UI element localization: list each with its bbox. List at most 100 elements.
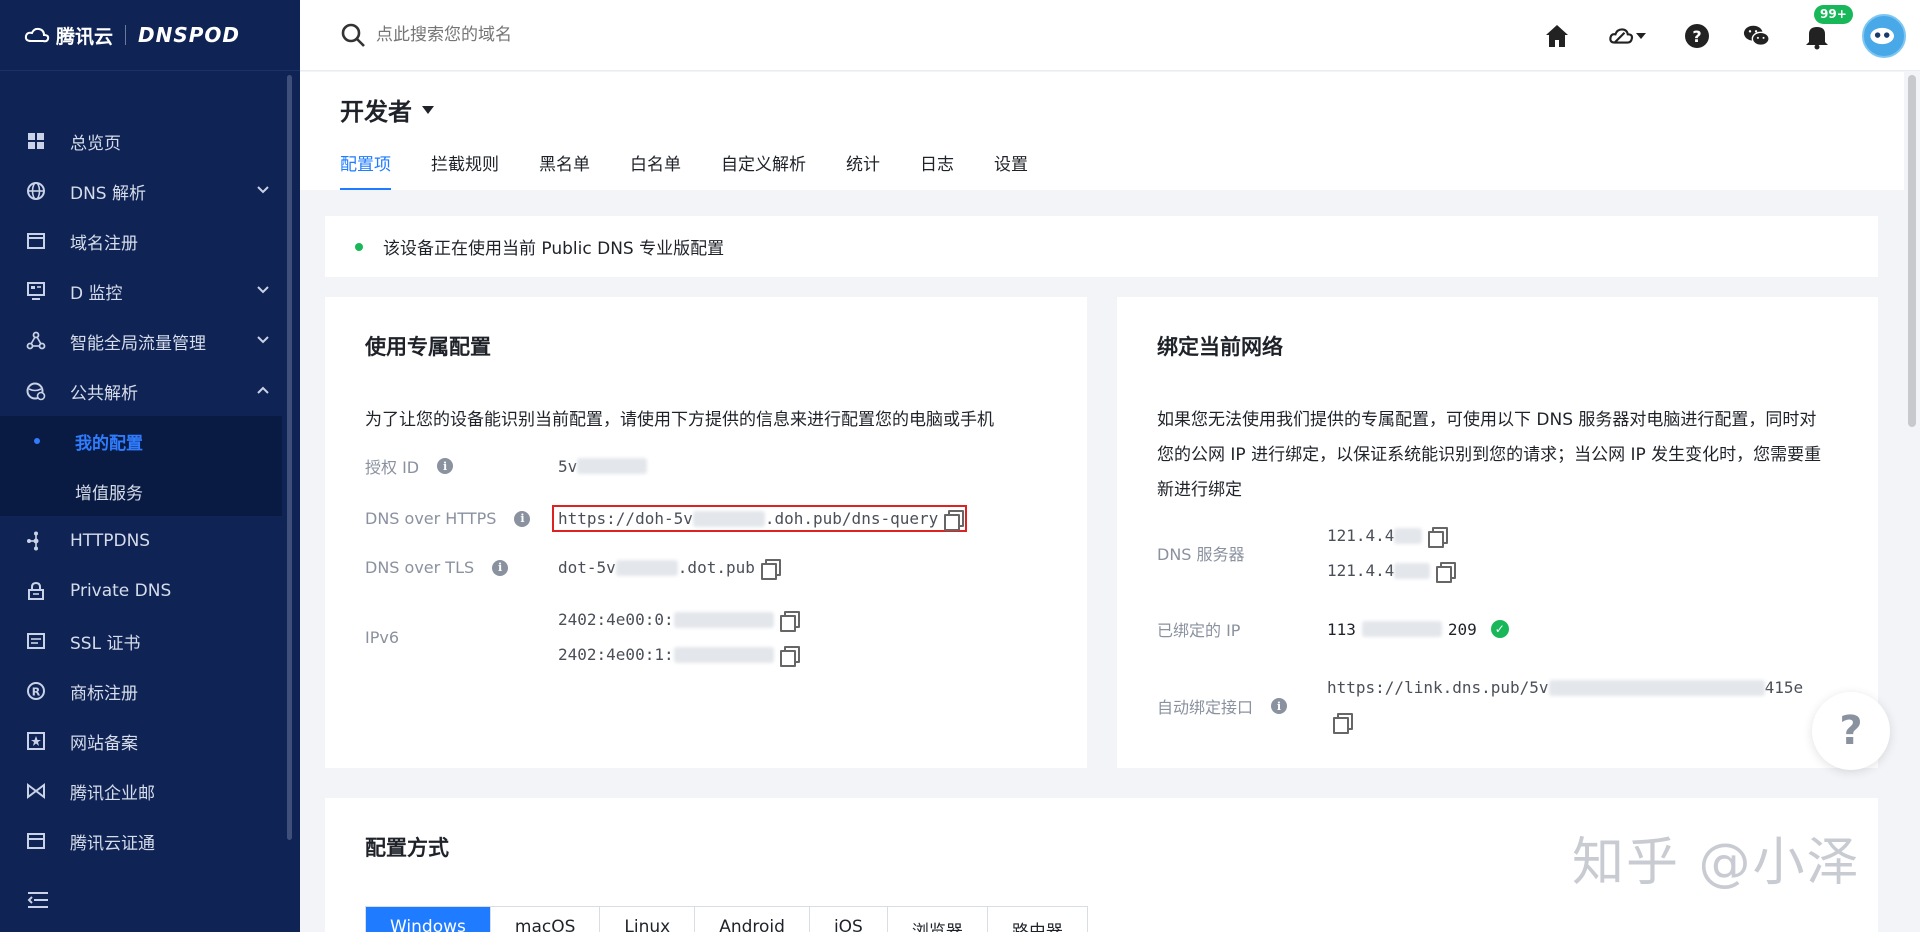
copy-icon[interactable] [1436, 562, 1457, 583]
id-icon [26, 831, 46, 851]
sidebar-item-public-dns[interactable]: 公共解析 [0, 366, 300, 416]
tab-config[interactable]: 配置项 [340, 150, 391, 190]
sidebar-item-label: 网站备案 [70, 733, 138, 754]
tab-browser[interactable]: 浏览器 [888, 907, 988, 932]
tencent-cloud-logo-icon [24, 26, 50, 44]
auto-bind-prefix: https://link.dns.pub/5v [1327, 678, 1549, 697]
trademark-icon: R [26, 681, 46, 701]
sidebar-nav: 总览页 DNS 解析 域名注册 D 监控 智能全局流量管理 公共解析 我的配置 … [0, 71, 300, 866]
auth-id-row: 授权 ID i 5v [365, 454, 648, 478]
field-label: IPv6 [365, 627, 400, 647]
field-label: 已绑定的 IP [1157, 621, 1241, 640]
sidebar-subitem-my-config[interactable]: 我的配置 [0, 416, 282, 466]
page-title-dropdown[interactable]: 开发者 [340, 92, 434, 127]
sidebar-subitem-label: 我的配置 [75, 433, 143, 454]
card-title: 使用专属配置 [365, 335, 491, 359]
sidebar-item-cert-pass[interactable]: 腾讯云证通 [0, 816, 300, 866]
sidebar-item-filing[interactable]: 网站备案 [0, 716, 300, 766]
sidebar-item-dns[interactable]: DNS 解析 [0, 166, 300, 216]
network-icon [26, 331, 46, 351]
tab-linux[interactable]: Linux [600, 907, 696, 932]
sidebar-subnav-public-dns: 我的配置 增值服务 [0, 416, 282, 516]
bell-icon [1806, 26, 1828, 49]
avatar[interactable] [1862, 13, 1906, 58]
help-button[interactable]: ? [1682, 21, 1712, 51]
tab-android[interactable]: Android [695, 907, 810, 932]
brand-logo[interactable]: 腾讯云 DNSPOD [0, 0, 300, 71]
bind-network-card: 绑定当前网络 如果您无法使用我们提供的专属配置，可使用以下 DNS 服务器对电脑… [1117, 297, 1878, 768]
redacted-text [1361, 621, 1442, 637]
sidebar-item-httpdns[interactable]: HTTPDNS [0, 516, 300, 566]
sidebar-item-label: 智能全局流量管理 [70, 333, 206, 354]
brand-product: DNSPOD [138, 23, 241, 47]
tab-stats[interactable]: 统计 [846, 150, 880, 190]
monitor-icon [26, 281, 46, 301]
search-icon[interactable] [340, 22, 366, 48]
sidebar-item-overview[interactable]: 总览页 [0, 116, 300, 166]
chevron-down-icon [257, 186, 269, 194]
sidebar-item-label: Private DNS [70, 581, 172, 601]
sidebar-scrollbar[interactable] [287, 75, 292, 840]
sidebar-item-label: 腾讯企业邮 [70, 783, 155, 804]
tab-macos[interactable]: macOS [491, 907, 601, 932]
copy-icon[interactable] [779, 646, 800, 667]
redacted-text [1394, 562, 1431, 579]
home-button[interactable] [1542, 21, 1572, 51]
sidebar-item-label: DNS 解析 [70, 183, 147, 204]
status-dot [355, 242, 363, 251]
wechat-icon [1743, 25, 1770, 46]
copy-icon[interactable] [1333, 713, 1353, 734]
copy-icon[interactable] [779, 611, 800, 632]
page-title: 开发者 [340, 98, 412, 126]
doh-prefix: https://doh-5v [558, 509, 693, 528]
sidebar-subitem-value-added[interactable]: 增值服务 [0, 466, 282, 516]
tab-windows[interactable]: Windows [366, 907, 491, 932]
info-icon[interactable]: i [437, 458, 454, 474]
redacted-text [615, 559, 678, 576]
tab-blacklist[interactable]: 黑名单 [539, 150, 590, 190]
info-icon[interactable]: i [492, 559, 509, 576]
status-text: 该设备正在使用当前 Public DNS 专业版配置 [383, 239, 725, 259]
sidebar-item-label: 公共解析 [70, 383, 138, 404]
tab-block-rules[interactable]: 拦截规则 [431, 150, 499, 190]
brand-name: 腾讯云 [56, 25, 114, 48]
collapse-menu-icon[interactable] [26, 890, 50, 910]
ipv6-row: IPv6 2402:4e00:0: 2402:4e00:1: [365, 610, 800, 667]
info-icon[interactable]: i [514, 510, 531, 527]
sidebar-item-traffic[interactable]: 智能全局流量管理 [0, 316, 300, 366]
info-icon[interactable]: i [1271, 698, 1288, 714]
dedicated-config-card: 使用专属配置 为了让您的设备能识别当前配置，请使用下方提供的信息来进行配置您的电… [325, 297, 1087, 768]
main-scrollbar[interactable] [1908, 75, 1916, 427]
sidebar-item-mail[interactable]: 腾讯企业邮 [0, 766, 300, 816]
cloud-menu-button[interactable] [1602, 21, 1652, 51]
os-tabs: Windows macOS Linux Android iOS 浏览器 路由器 [365, 906, 1088, 932]
card-description: 为了让您的设备能识别当前配置，请使用下方提供的信息来进行配置您的电脑或手机 [365, 410, 994, 430]
tab-ios[interactable]: iOS [810, 907, 888, 932]
tab-router[interactable]: 路由器 [988, 907, 1087, 932]
copy-icon[interactable] [1428, 527, 1449, 548]
sidebar-item-label: 总览页 [70, 133, 121, 154]
sidebar-item-trademark[interactable]: R 商标注册 [0, 666, 300, 716]
tab-whitelist[interactable]: 白名单 [630, 150, 681, 190]
copy-icon[interactable] [760, 559, 781, 580]
sidebar-item-domain[interactable]: 域名注册 [0, 216, 300, 266]
sidebar-item-ssl[interactable]: SSL 证书 [0, 616, 300, 666]
card-title: 配置方式 [365, 836, 449, 860]
sidebar-item-private-dns[interactable]: Private DNS [0, 566, 300, 616]
tab-logs[interactable]: 日志 [920, 150, 954, 190]
doh-value-highlight: https://doh-5v .doh.pub/dns-query [552, 505, 968, 532]
tab-custom-resolve[interactable]: 自定义解析 [721, 150, 806, 190]
tab-settings[interactable]: 设置 [994, 150, 1028, 190]
domain-search-input[interactable] [376, 25, 776, 45]
calendar-icon [26, 231, 46, 251]
sidebar-item-monitor[interactable]: D 监控 [0, 266, 300, 316]
dot-row: DNS over TLS i dot-5v .dot.pub [365, 558, 781, 580]
sidebar-item-label: 腾讯云证通 [70, 833, 155, 854]
notifications-button[interactable]: 99+ [1802, 4, 1853, 51]
svg-text:?: ? [1692, 27, 1701, 46]
lock-icon [26, 581, 46, 601]
copy-icon[interactable] [944, 510, 965, 531]
floating-help-button[interactable]: ? [1812, 692, 1890, 770]
wechat-button[interactable] [1742, 21, 1772, 51]
auto-bind-suffix: 415e [1764, 678, 1804, 697]
